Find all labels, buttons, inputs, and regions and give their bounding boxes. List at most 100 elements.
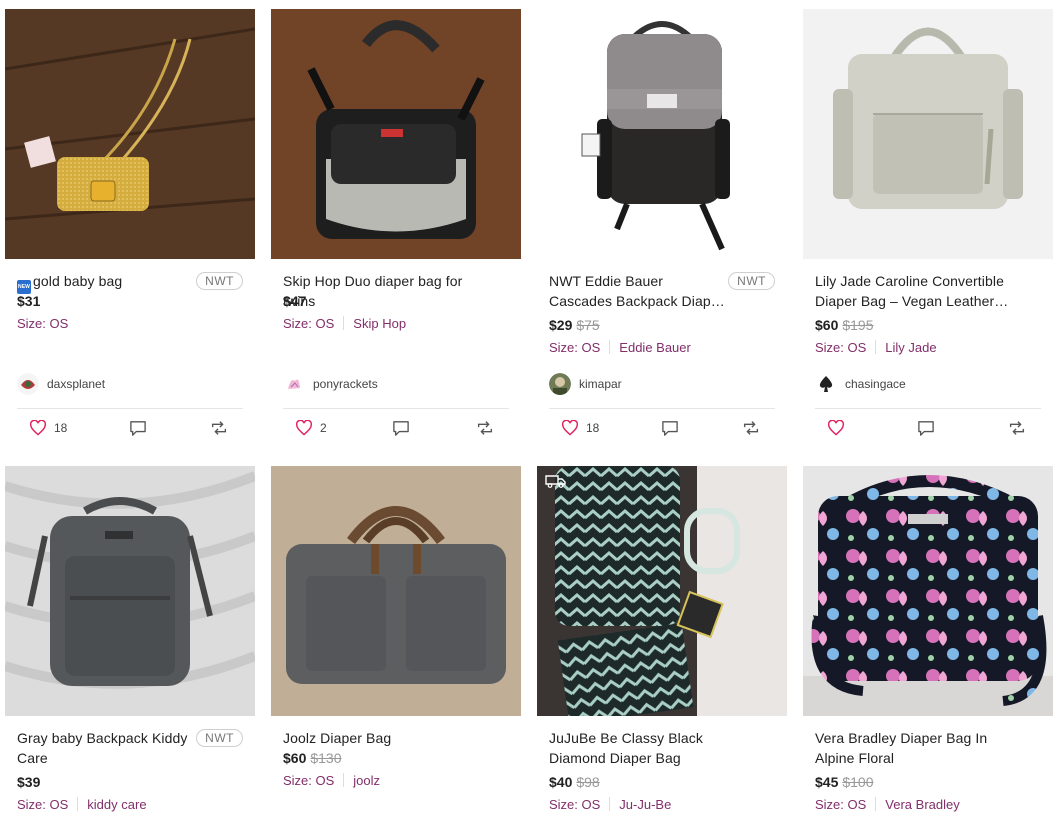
listing-actions <box>815 408 1041 447</box>
share-icon <box>743 421 759 435</box>
like-button[interactable]: 18 <box>29 420 67 436</box>
comment-button[interactable] <box>392 420 410 436</box>
nwt-badge: NWT <box>196 272 243 290</box>
comment-icon <box>662 421 678 436</box>
comment-button[interactable] <box>917 420 935 436</box>
listing-photo[interactable] <box>271 9 521 259</box>
listing-brand[interactable]: joolz <box>353 773 380 788</box>
seller-avatar[interactable] <box>815 373 837 395</box>
like-button[interactable]: 18 <box>561 420 599 436</box>
listing-meta: Size: OS Eddie Bauer <box>549 339 775 357</box>
listing-photo[interactable] <box>803 466 1053 716</box>
listing-photo[interactable] <box>5 9 255 259</box>
listing-size[interactable]: Size: OS <box>17 797 68 812</box>
share-icon <box>211 421 227 435</box>
comment-icon <box>918 421 934 436</box>
listing-title[interactable]: JuJuBe Be Classy Black Diamond Diaper Ba… <box>549 728 754 768</box>
listing-card[interactable]: JuJuBe Be Classy Black Diamond Diaper Ba… <box>537 466 787 814</box>
listing-card[interactable]: Skip Hop Duo diaper bag for twins $47 Si… <box>271 9 521 447</box>
listing-price: $39 <box>17 774 41 790</box>
share-button[interactable] <box>209 421 229 435</box>
seller-info[interactable]: daxsplanet <box>17 372 243 396</box>
listing-title[interactable]: NWT Eddie Bauer Cascades Backpack Diap… <box>549 271 728 311</box>
comment-icon <box>130 421 146 436</box>
like-count: 18 <box>586 421 600 435</box>
seller-avatar[interactable] <box>283 373 305 395</box>
share-button[interactable] <box>741 421 761 435</box>
listing-title[interactable]: Skip Hop Duo diaper bag for twins <box>283 271 488 311</box>
seller-info[interactable]: kimapar <box>549 372 775 396</box>
share-button[interactable] <box>1007 421 1027 435</box>
original-price: $75 <box>576 317 600 333</box>
seller-username[interactable]: kimapar <box>579 377 622 391</box>
listing-price: $60 <box>815 317 839 333</box>
original-price: $100 <box>842 774 874 790</box>
listing-grid: NEW gold baby bag NWT $31 Size: OS daxspl… <box>0 0 1062 827</box>
listing-price: $60 <box>283 750 307 766</box>
listing-actions: 2 <box>283 408 509 447</box>
listing-title[interactable]: Gray baby Backpack Kiddy Care <box>17 728 196 768</box>
like-button[interactable] <box>827 420 845 436</box>
listing-card[interactable]: Lily Jade Caroline Convertible Diaper Ba… <box>803 9 1053 447</box>
comment-button[interactable] <box>661 420 679 436</box>
listing-size[interactable]: Size: OS <box>283 316 334 331</box>
listing-title[interactable]: Lily Jade Caroline Convertible Diaper Ba… <box>815 271 1020 311</box>
like-button[interactable]: 2 <box>295 420 327 436</box>
seller-info[interactable]: chasingace <box>815 372 1041 396</box>
seller-info[interactable]: ponyrackets <box>283 372 509 396</box>
listing-price: $31 <box>17 293 41 309</box>
listing-brand[interactable]: kiddy care <box>87 797 146 812</box>
listing-meta: Size: OS Vera Bradley <box>815 796 1041 814</box>
meta-divider <box>609 797 611 811</box>
listing-photo[interactable] <box>803 9 1053 259</box>
heart-icon <box>561 420 579 436</box>
share-icon <box>1009 421 1025 435</box>
meta-divider <box>875 340 877 354</box>
listing-size[interactable]: Size: OS <box>815 340 866 355</box>
listing-card[interactable]: NWT Eddie Bauer Cascades Backpack Diap… … <box>537 9 787 447</box>
original-price: $195 <box>842 317 874 333</box>
listing-photo[interactable] <box>537 466 787 716</box>
meta-divider <box>875 797 877 811</box>
listing-size[interactable]: Size: OS <box>549 340 600 355</box>
listing-brand[interactable]: Lily Jade <box>885 340 936 355</box>
nwt-badge: NWT <box>196 729 243 747</box>
listing-photo[interactable] <box>537 9 787 259</box>
listing-price: $47 <box>283 293 307 309</box>
listing-brand[interactable]: Eddie Bauer <box>619 340 691 355</box>
listing-card[interactable]: Gray baby Backpack Kiddy Care NWT $39 Si… <box>5 466 255 814</box>
listing-meta: Size: OS <box>17 315 243 333</box>
listing-brand[interactable]: Ju-Ju-Be <box>619 797 671 812</box>
comment-button[interactable] <box>129 420 147 436</box>
listing-title[interactable]: Joolz Diaper Bag <box>283 728 391 748</box>
spade-icon <box>815 373 837 395</box>
nwt-badge: NWT <box>728 272 775 290</box>
listing-actions: 18 <box>549 408 775 447</box>
listing-card[interactable]: Joolz Diaper Bag $60 $130 Size: OS joolz <box>271 466 521 790</box>
listing-card[interactable]: Vera Bradley Diaper Bag In Alpine Floral… <box>803 466 1053 814</box>
listing-size[interactable]: Size: OS <box>815 797 866 812</box>
listing-title[interactable]: Vera Bradley Diaper Bag In Alpine Floral <box>815 728 1020 768</box>
listing-size[interactable]: Size: OS <box>283 773 334 788</box>
heart-icon <box>29 420 47 436</box>
truck-icon <box>545 475 566 488</box>
seller-username[interactable]: ponyrackets <box>313 377 378 391</box>
listing-meta: Size: OS Lily Jade <box>815 339 1041 357</box>
listing-card[interactable]: NEW gold baby bag NWT $31 Size: OS daxspl… <box>5 9 255 447</box>
seller-username[interactable]: daxsplanet <box>47 377 105 391</box>
listing-photo[interactable] <box>271 466 521 716</box>
seller-avatar[interactable] <box>17 373 39 395</box>
listing-meta: Size: OS Ju-Ju-Be <box>549 796 775 814</box>
listing-brand[interactable]: Vera Bradley <box>885 797 959 812</box>
listing-photo[interactable] <box>5 466 255 716</box>
listing-brand[interactable]: Skip Hop <box>353 316 406 331</box>
listing-size[interactable]: Size: OS <box>17 316 68 331</box>
listing-meta: Size: OS Skip Hop <box>283 315 509 333</box>
listing-size[interactable]: Size: OS <box>549 797 600 812</box>
listing-meta: Size: OS kiddy care <box>17 796 243 814</box>
heart-icon <box>827 420 845 436</box>
seller-avatar[interactable] <box>549 373 571 395</box>
share-button[interactable] <box>475 421 495 435</box>
seller-username[interactable]: chasingace <box>845 377 906 391</box>
like-count: 2 <box>320 421 327 435</box>
